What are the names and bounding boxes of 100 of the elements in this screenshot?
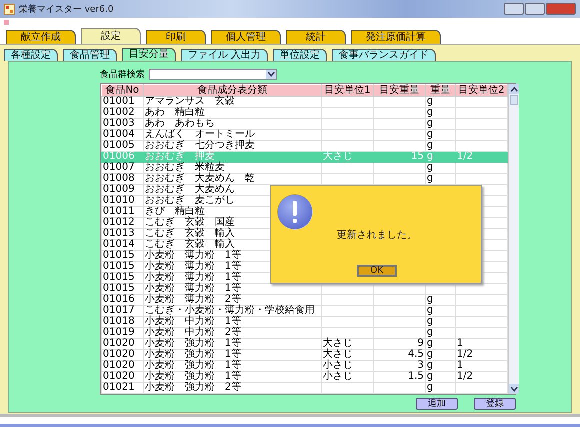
tab[interactable]: 個人管理 xyxy=(211,30,281,44)
maximize-button[interactable] xyxy=(525,3,545,15)
table-cell: 01003 xyxy=(103,118,135,129)
table-cell: 01009 xyxy=(103,184,135,195)
table-cell: 01005 xyxy=(103,140,135,151)
table-cell: 1/2 xyxy=(457,371,474,382)
table-cell: g xyxy=(427,327,434,338)
table-cell: 01015 xyxy=(103,261,135,272)
table-cell: g xyxy=(427,140,434,151)
table-row[interactable]: 01020 小麦粉 強力粉 1等 小さじ 1.5 g 1/2 xyxy=(102,372,508,382)
table-cell: こむぎ 玄穀 輸入 xyxy=(145,239,235,250)
table-row[interactable]: 01003 あわ あわもち g xyxy=(102,118,508,130)
table-cell: 01004 xyxy=(103,129,135,140)
table-cell: 01016 xyxy=(103,294,135,305)
table-cell: 01002 xyxy=(103,107,135,118)
table-cell: 1/2 xyxy=(457,151,474,162)
table-cell: g xyxy=(427,151,434,162)
table-row[interactable]: 01017 こむぎ・小麦粉・薄力粉・学校給食用 g xyxy=(102,306,508,316)
table-cell: 1 xyxy=(457,338,464,349)
table-cell: g xyxy=(427,349,434,360)
tab[interactable]: 食品管理 xyxy=(63,49,117,61)
tab[interactable]: 発注原価計算 xyxy=(351,30,441,44)
table-cell: g xyxy=(427,107,434,118)
search-label: 食品群検索 xyxy=(100,68,145,80)
square-icon xyxy=(4,20,9,25)
table-row[interactable]: 01018 小麦粉 中力粉 1等 g xyxy=(102,316,508,328)
table-cell: おおむぎ 米粒麦 xyxy=(145,162,225,173)
table-row[interactable]: 01020 小麦粉 強力粉 1等 大さじ 9 g 1 xyxy=(102,338,508,350)
table-row[interactable]: 01020 小麦粉 強力粉 1等 大さじ 4.5 g 1/2 xyxy=(102,350,508,360)
table-cell: g xyxy=(427,316,434,327)
table-cell: 01020 xyxy=(103,360,135,371)
action-button[interactable]: 追加 xyxy=(416,398,458,410)
column-header[interactable]: 食品成分表分類 xyxy=(144,84,322,96)
table-cell: 01021 xyxy=(103,382,135,393)
table-cell: 1/2 xyxy=(457,349,474,360)
table-cell: 01008 xyxy=(103,173,135,184)
table-cell: g xyxy=(427,360,434,371)
table-row[interactable]: 01016 小麦粉 薄力粉 2等 g xyxy=(102,294,508,306)
table-cell: こむぎ 玄穀 国産 xyxy=(145,217,235,228)
table-cell: 01007 xyxy=(103,162,135,173)
ok-button[interactable]: OK xyxy=(357,265,397,277)
table-cell: 小さじ xyxy=(323,371,353,382)
table-cell: 3 xyxy=(418,360,424,371)
window-title: 栄養マイスター ver6.0 xyxy=(19,4,114,16)
table-cell: 小麦粉 強力粉 1等 xyxy=(145,360,242,371)
table-cell: 小さじ xyxy=(323,360,353,371)
table-cell: こむぎ 玄穀 輸入 xyxy=(145,228,235,239)
tab[interactable]: 献立作成 xyxy=(6,30,76,44)
table-cell: 小麦粉 薄力粉 1等 xyxy=(145,261,242,272)
column-header[interactable]: 目安重量 xyxy=(374,84,426,96)
tab[interactable]: 設定 xyxy=(81,28,141,44)
column-header[interactable]: 食品No xyxy=(102,84,144,96)
scroll-down-button[interactable] xyxy=(509,384,519,394)
table-row[interactable]: 01019 小麦粉 中力粉 2等 g xyxy=(102,328,508,338)
table-cell: 01020 xyxy=(103,349,135,360)
table-cell: g xyxy=(427,162,434,173)
table-cell: えんばく オートミール xyxy=(145,129,255,140)
table-cell: g xyxy=(427,173,434,184)
column-header[interactable]: 目安単位1 xyxy=(322,84,374,96)
table-row[interactable]: 01020 小麦粉 強力粉 1等 小さじ 3 g 1 xyxy=(102,360,508,372)
table-row[interactable]: 01001 アマランサス 玄穀 g xyxy=(102,96,508,108)
column-header[interactable]: 重量 xyxy=(426,84,456,96)
table-cell: あわ 精白粒 xyxy=(145,107,205,118)
table-cell: おおむぎ 大麦めん xyxy=(145,184,235,195)
table-cell: 小麦粉 薄力粉 1等 xyxy=(145,283,242,294)
table-cell: 01018 xyxy=(103,316,135,327)
tab[interactable]: 食事バランスガイド xyxy=(332,49,436,61)
tab[interactable]: 統計 xyxy=(286,30,346,44)
table-cell: おおむぎ 押麦 xyxy=(145,151,215,162)
tab[interactable]: 印刷 xyxy=(146,30,206,44)
tab[interactable]: 単位設定 xyxy=(273,49,328,61)
table-cell: 01012 xyxy=(103,217,135,228)
table-row[interactable]: 01021 小麦粉 強力粉 2等 g xyxy=(102,382,508,394)
table-cell: 01017 xyxy=(103,305,135,316)
table-cell: 01010 xyxy=(103,195,135,206)
caret-icon[interactable] xyxy=(268,72,274,76)
table-cell: きび 精白粒 xyxy=(145,206,205,217)
tab[interactable]: 各種設定 xyxy=(4,49,58,61)
scroll-up-button[interactable] xyxy=(509,84,519,94)
column-header[interactable]: 目安単位2 xyxy=(456,84,508,96)
table-cell: 01011 xyxy=(103,206,135,217)
table-cell: 小麦粉 中力粉 2等 xyxy=(145,327,242,338)
tab[interactable]: ファイル 入出力 xyxy=(181,49,268,61)
table-cell: 01006 xyxy=(103,151,135,162)
table-cell: 15 xyxy=(411,151,424,162)
minimize-button[interactable] xyxy=(504,3,524,15)
table-row[interactable]: 01004 えんばく オートミール g xyxy=(102,130,508,140)
table-row[interactable]: 01002 あわ 精白粒 g xyxy=(102,108,508,118)
table-cell: 小麦粉 強力粉 1等 xyxy=(145,338,242,349)
app-icon xyxy=(4,4,15,14)
table-cell: 01014 xyxy=(103,239,135,250)
table-cell: 小麦粉 薄力粉 1等 xyxy=(145,250,242,261)
scroll-thumb[interactable] xyxy=(510,95,518,105)
table-cell: 小麦粉 強力粉 1等 xyxy=(145,349,242,360)
table-cell: おおむぎ 七分つき押麦 xyxy=(145,140,255,151)
table-row[interactable]: 01007 おおむぎ 米粒麦 g xyxy=(102,162,508,174)
table-cell: g xyxy=(427,338,434,349)
tab[interactable]: 目安分量 xyxy=(122,48,176,61)
table-cell: 小麦粉 薄力粉 1等 xyxy=(145,272,242,283)
action-button[interactable]: 登録 xyxy=(474,398,516,410)
